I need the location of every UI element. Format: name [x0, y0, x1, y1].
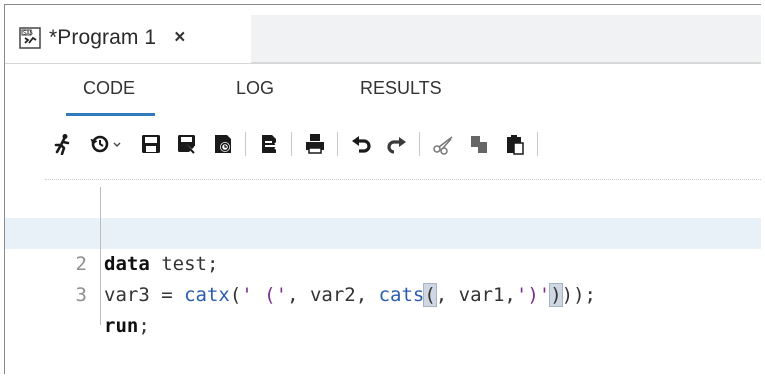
- paste-button[interactable]: [503, 132, 527, 156]
- history-icon: [90, 135, 121, 153]
- code-editor[interactable]: 1 data test; 2 var3 = catx(' (', var2, c…: [5, 179, 761, 374]
- tab-log[interactable]: LOG: [236, 78, 274, 99]
- code-token: , var1,: [435, 284, 516, 306]
- undo-button[interactable]: [349, 132, 373, 156]
- code-token: run: [104, 315, 139, 337]
- document-tab-strip: SAS *Program 1 ×: [5, 5, 761, 64]
- run-button[interactable]: [51, 132, 75, 156]
- close-tab-icon[interactable]: ×: [174, 27, 185, 49]
- copy-icon: [471, 136, 487, 153]
- toolbar-separator: [419, 132, 420, 156]
- program-tab[interactable]: SAS *Program 1 ×: [19, 15, 252, 61]
- toolbar-separator: [245, 132, 246, 156]
- print-button[interactable]: [303, 132, 327, 156]
- code-token: catx: [184, 284, 230, 306]
- export-button[interactable]: [257, 132, 281, 156]
- code-line-1[interactable]: 1 data test;: [5, 187, 761, 275]
- code-token: ;: [138, 315, 150, 337]
- code-text[interactable]: run;: [104, 311, 150, 342]
- code-line-2[interactable]: 2 var3 = catx(' (', var2, cats(, var1,')…: [5, 218, 761, 307]
- code-token: ')': [515, 284, 551, 306]
- code-line-3[interactable]: 3 run;: [5, 249, 761, 337]
- line-number: 3: [75, 284, 87, 306]
- view-tabs: CODE LOG RESULTS: [5, 64, 761, 116]
- code-text[interactable]: var3 = catx(' (', var2, cats(, var1,')')…: [104, 280, 596, 311]
- toolbar-separator: [337, 132, 338, 156]
- code-token: cats: [378, 284, 425, 306]
- tab-code[interactable]: CODE: [65, 78, 156, 116]
- sas-program-icon: SAS: [19, 27, 41, 49]
- toolbar-separator: [537, 132, 538, 156]
- redo-icon: [387, 137, 406, 154]
- save-as-icon: [178, 135, 198, 155]
- editor-toolbar: [5, 124, 761, 166]
- save-recent-button[interactable]: [211, 132, 235, 156]
- gutter-divider: [100, 187, 101, 325]
- svg-text:SAS: SAS: [23, 31, 33, 37]
- save-recent-icon: [215, 135, 231, 153]
- history-button[interactable]: [87, 132, 131, 156]
- redo-button[interactable]: [385, 132, 409, 156]
- program-editor-window: SAS *Program 1 × CODE LOG RESULTS data t…: [4, 4, 761, 374]
- program-tab-title: *Program 1: [49, 26, 157, 49]
- copy-button[interactable]: [467, 132, 491, 156]
- save-button[interactable]: [139, 132, 163, 156]
- code-token: var3 =: [104, 284, 185, 306]
- save-icon: [142, 135, 160, 153]
- tab-strip-empty-area: [251, 15, 761, 63]
- paste-icon: [507, 135, 524, 155]
- code-token: ): [549, 283, 563, 307]
- toolbar-separator: [291, 132, 292, 156]
- run-icon: [54, 134, 70, 155]
- tab-results[interactable]: RESULTS: [360, 78, 442, 99]
- code-token: (: [229, 284, 242, 306]
- export-icon: [262, 135, 280, 153]
- undo-icon: [352, 136, 371, 153]
- save-as-button[interactable]: [175, 132, 199, 156]
- code-token: (: [423, 283, 437, 307]
- code-token: ));: [561, 284, 596, 306]
- code-token: ' (': [241, 284, 288, 306]
- print-icon: [306, 134, 324, 154]
- code-token: , var2,: [287, 284, 379, 306]
- cut-button[interactable]: [431, 132, 455, 156]
- cut-icon: [433, 136, 453, 155]
